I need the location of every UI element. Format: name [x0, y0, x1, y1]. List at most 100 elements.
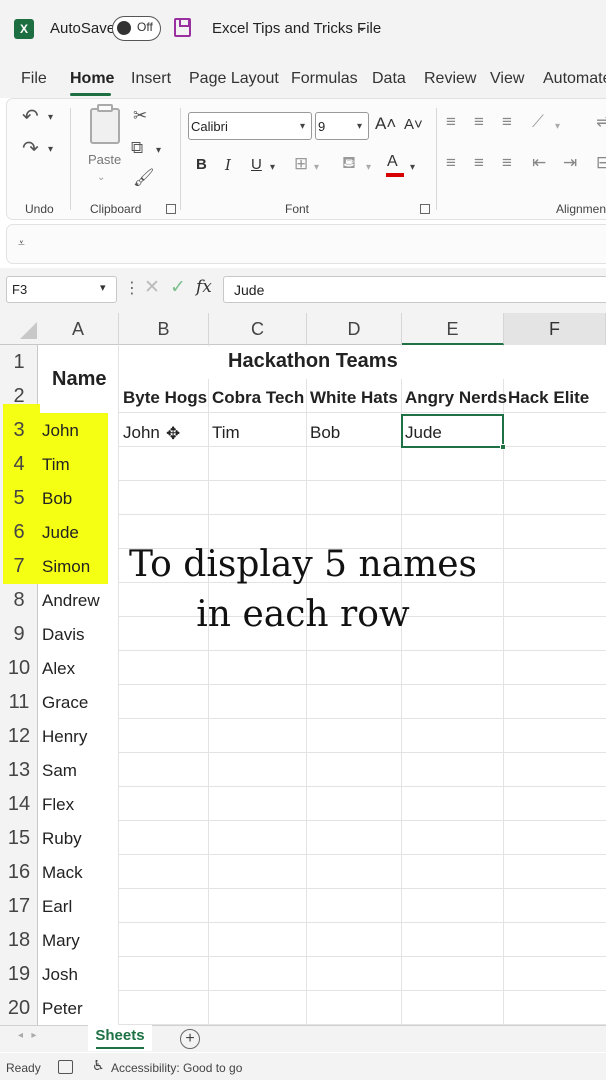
decrease-indent-icon[interactable]: ⇤ — [532, 153, 546, 173]
align-bottom-icon[interactable]: ≡ — [502, 112, 512, 132]
fill-color-icon[interactable]: ⛾ — [342, 153, 356, 175]
column-header-d[interactable]: D — [307, 313, 402, 345]
align-top-icon[interactable]: ≡ — [446, 112, 456, 132]
chevron-down-icon[interactable]: ▾ — [270, 162, 275, 173]
column-header-a[interactable]: A — [38, 313, 119, 345]
name-cell[interactable]: Josh — [42, 965, 78, 985]
team-cell-d3[interactable]: Bob — [310, 423, 340, 443]
column-header-f[interactable]: F — [504, 313, 606, 345]
underline-button[interactable]: U — [251, 156, 262, 173]
format-painter-icon[interactable]: 🖌 — [133, 168, 155, 188]
paste-button[interactable]: Paste — [88, 152, 121, 167]
row-header[interactable]: 3 — [0, 413, 38, 447]
tab-automate[interactable]: Automate — [543, 70, 606, 88]
chevron-down-icon[interactable]: ▾ — [555, 121, 560, 132]
chevron-down-icon[interactable]: ▾ — [314, 162, 319, 173]
row-header[interactable]: 8 — [0, 583, 38, 617]
fill-handle[interactable] — [500, 444, 506, 450]
name-cell[interactable]: Peter — [42, 999, 83, 1019]
chevron-down-icon[interactable]: ▾ — [100, 281, 106, 294]
chevron-down-icon[interactable]: ⌄ — [356, 18, 368, 35]
name-cell[interactable]: Alex — [42, 659, 75, 679]
undo-icon[interactable]: ↶ — [22, 104, 39, 129]
tab-page-layout[interactable]: Page Layout — [189, 70, 279, 88]
chevron-down-icon[interactable]: ▾ — [156, 145, 161, 156]
row-header[interactable]: 19 — [0, 957, 38, 991]
align-middle-icon[interactable]: ≡ — [474, 112, 484, 132]
name-cell[interactable]: Tim — [42, 455, 70, 475]
name-cell[interactable]: Mack — [42, 863, 83, 883]
autosave-toggle[interactable]: Off — [112, 16, 161, 41]
row-header[interactable]: 4 — [0, 447, 38, 481]
tab-formulas[interactable]: Formulas — [291, 70, 358, 88]
save-icon[interactable] — [174, 18, 191, 37]
accessibility-icon[interactable]: ♿ — [92, 1057, 105, 1074]
more-options-icon[interactable]: ⋮ — [124, 278, 140, 298]
dialog-launcher-icon[interactable] — [166, 204, 176, 214]
name-cell[interactable]: John — [42, 421, 79, 441]
copy-icon[interactable]: ⧉ — [131, 138, 143, 158]
row-header[interactable]: 12 — [0, 719, 38, 753]
column-header-e[interactable]: E — [402, 313, 504, 345]
name-cell[interactable]: Davis — [42, 625, 85, 645]
team-cell-b3[interactable]: John — [123, 423, 160, 443]
chevron-down-icon[interactable]: ⌄ — [97, 172, 105, 183]
row-header[interactable]: 11 — [0, 685, 38, 719]
increase-indent-icon[interactable]: ⇥ — [563, 153, 577, 173]
row-header[interactable]: 10 — [0, 651, 38, 685]
row-header[interactable]: 17 — [0, 889, 38, 923]
bold-button[interactable]: B — [196, 156, 207, 173]
align-right-icon[interactable]: ≡ — [502, 153, 512, 173]
tab-file[interactable]: File — [21, 70, 47, 88]
row-header[interactable]: 9 — [0, 617, 38, 651]
tab-data[interactable]: Data — [372, 70, 406, 88]
name-cell[interactable]: Andrew — [42, 591, 100, 611]
tab-view[interactable]: View — [490, 70, 524, 88]
align-left-icon[interactable]: ≡ — [446, 153, 456, 173]
align-center-icon[interactable]: ≡ — [474, 153, 484, 173]
name-cell[interactable]: Mary — [42, 931, 80, 951]
formula-input[interactable] — [223, 276, 606, 303]
column-header-b[interactable]: B — [119, 313, 209, 345]
chevron-down-icon[interactable]: ▾ — [366, 162, 371, 173]
name-cell[interactable]: Jude — [42, 523, 79, 543]
borders-icon[interactable]: ⊞ — [294, 154, 308, 174]
add-sheet-button[interactable]: + — [180, 1029, 200, 1049]
dialog-launcher-icon[interactable] — [420, 204, 430, 214]
row-header[interactable]: 5 — [0, 481, 38, 515]
column-header-c[interactable]: C — [209, 313, 307, 345]
font-color-icon[interactable]: A — [387, 153, 398, 171]
name-cell[interactable]: Simon — [42, 557, 90, 577]
macro-record-icon[interactable] — [58, 1060, 73, 1074]
chevron-down-icon[interactable]: ▾ — [300, 121, 305, 132]
wrap-text-icon[interactable]: ⇌ — [596, 112, 606, 132]
active-cell-border[interactable] — [401, 414, 504, 448]
row-header[interactable]: 15 — [0, 821, 38, 855]
row-header[interactable]: 20 — [0, 991, 38, 1025]
chevron-down-icon[interactable]: ▾ — [48, 112, 53, 123]
sheet-nav-arrows-icon[interactable]: ◂ ▸ — [18, 1030, 36, 1041]
name-cell[interactable]: Ruby — [42, 829, 82, 849]
redo-icon[interactable]: ↷ — [22, 136, 39, 161]
merge-center-icon[interactable]: ⊟ — [596, 153, 606, 173]
cut-icon[interactable]: ✂ — [133, 106, 147, 126]
insert-function-icon[interactable]: fx — [196, 277, 212, 297]
row-header[interactable]: 6 — [0, 515, 38, 549]
orientation-icon[interactable]: ⟋ — [532, 112, 544, 132]
row-header[interactable]: 13 — [0, 753, 38, 787]
row-header[interactable]: 2 — [0, 379, 38, 413]
row-header[interactable]: 7 — [0, 549, 38, 583]
row-header[interactable]: 1 — [0, 345, 38, 379]
row-header[interactable]: 16 — [0, 855, 38, 889]
tab-insert[interactable]: Insert — [131, 70, 171, 88]
grow-font-icon[interactable]: A˄ — [375, 114, 396, 134]
chevron-down-icon[interactable]: ▾ — [357, 121, 362, 132]
row-header[interactable]: 14 — [0, 787, 38, 821]
name-cell[interactable]: Grace — [42, 693, 88, 713]
chevron-down-icon[interactable]: ▾ — [48, 144, 53, 155]
team-cell-c3[interactable]: Tim — [212, 423, 240, 443]
shrink-font-icon[interactable]: A˅ — [404, 116, 423, 133]
enter-check-icon[interactable]: ✓ — [170, 276, 186, 299]
name-cell[interactable]: Flex — [42, 795, 74, 815]
cancel-icon[interactable]: ✕ — [144, 276, 160, 299]
